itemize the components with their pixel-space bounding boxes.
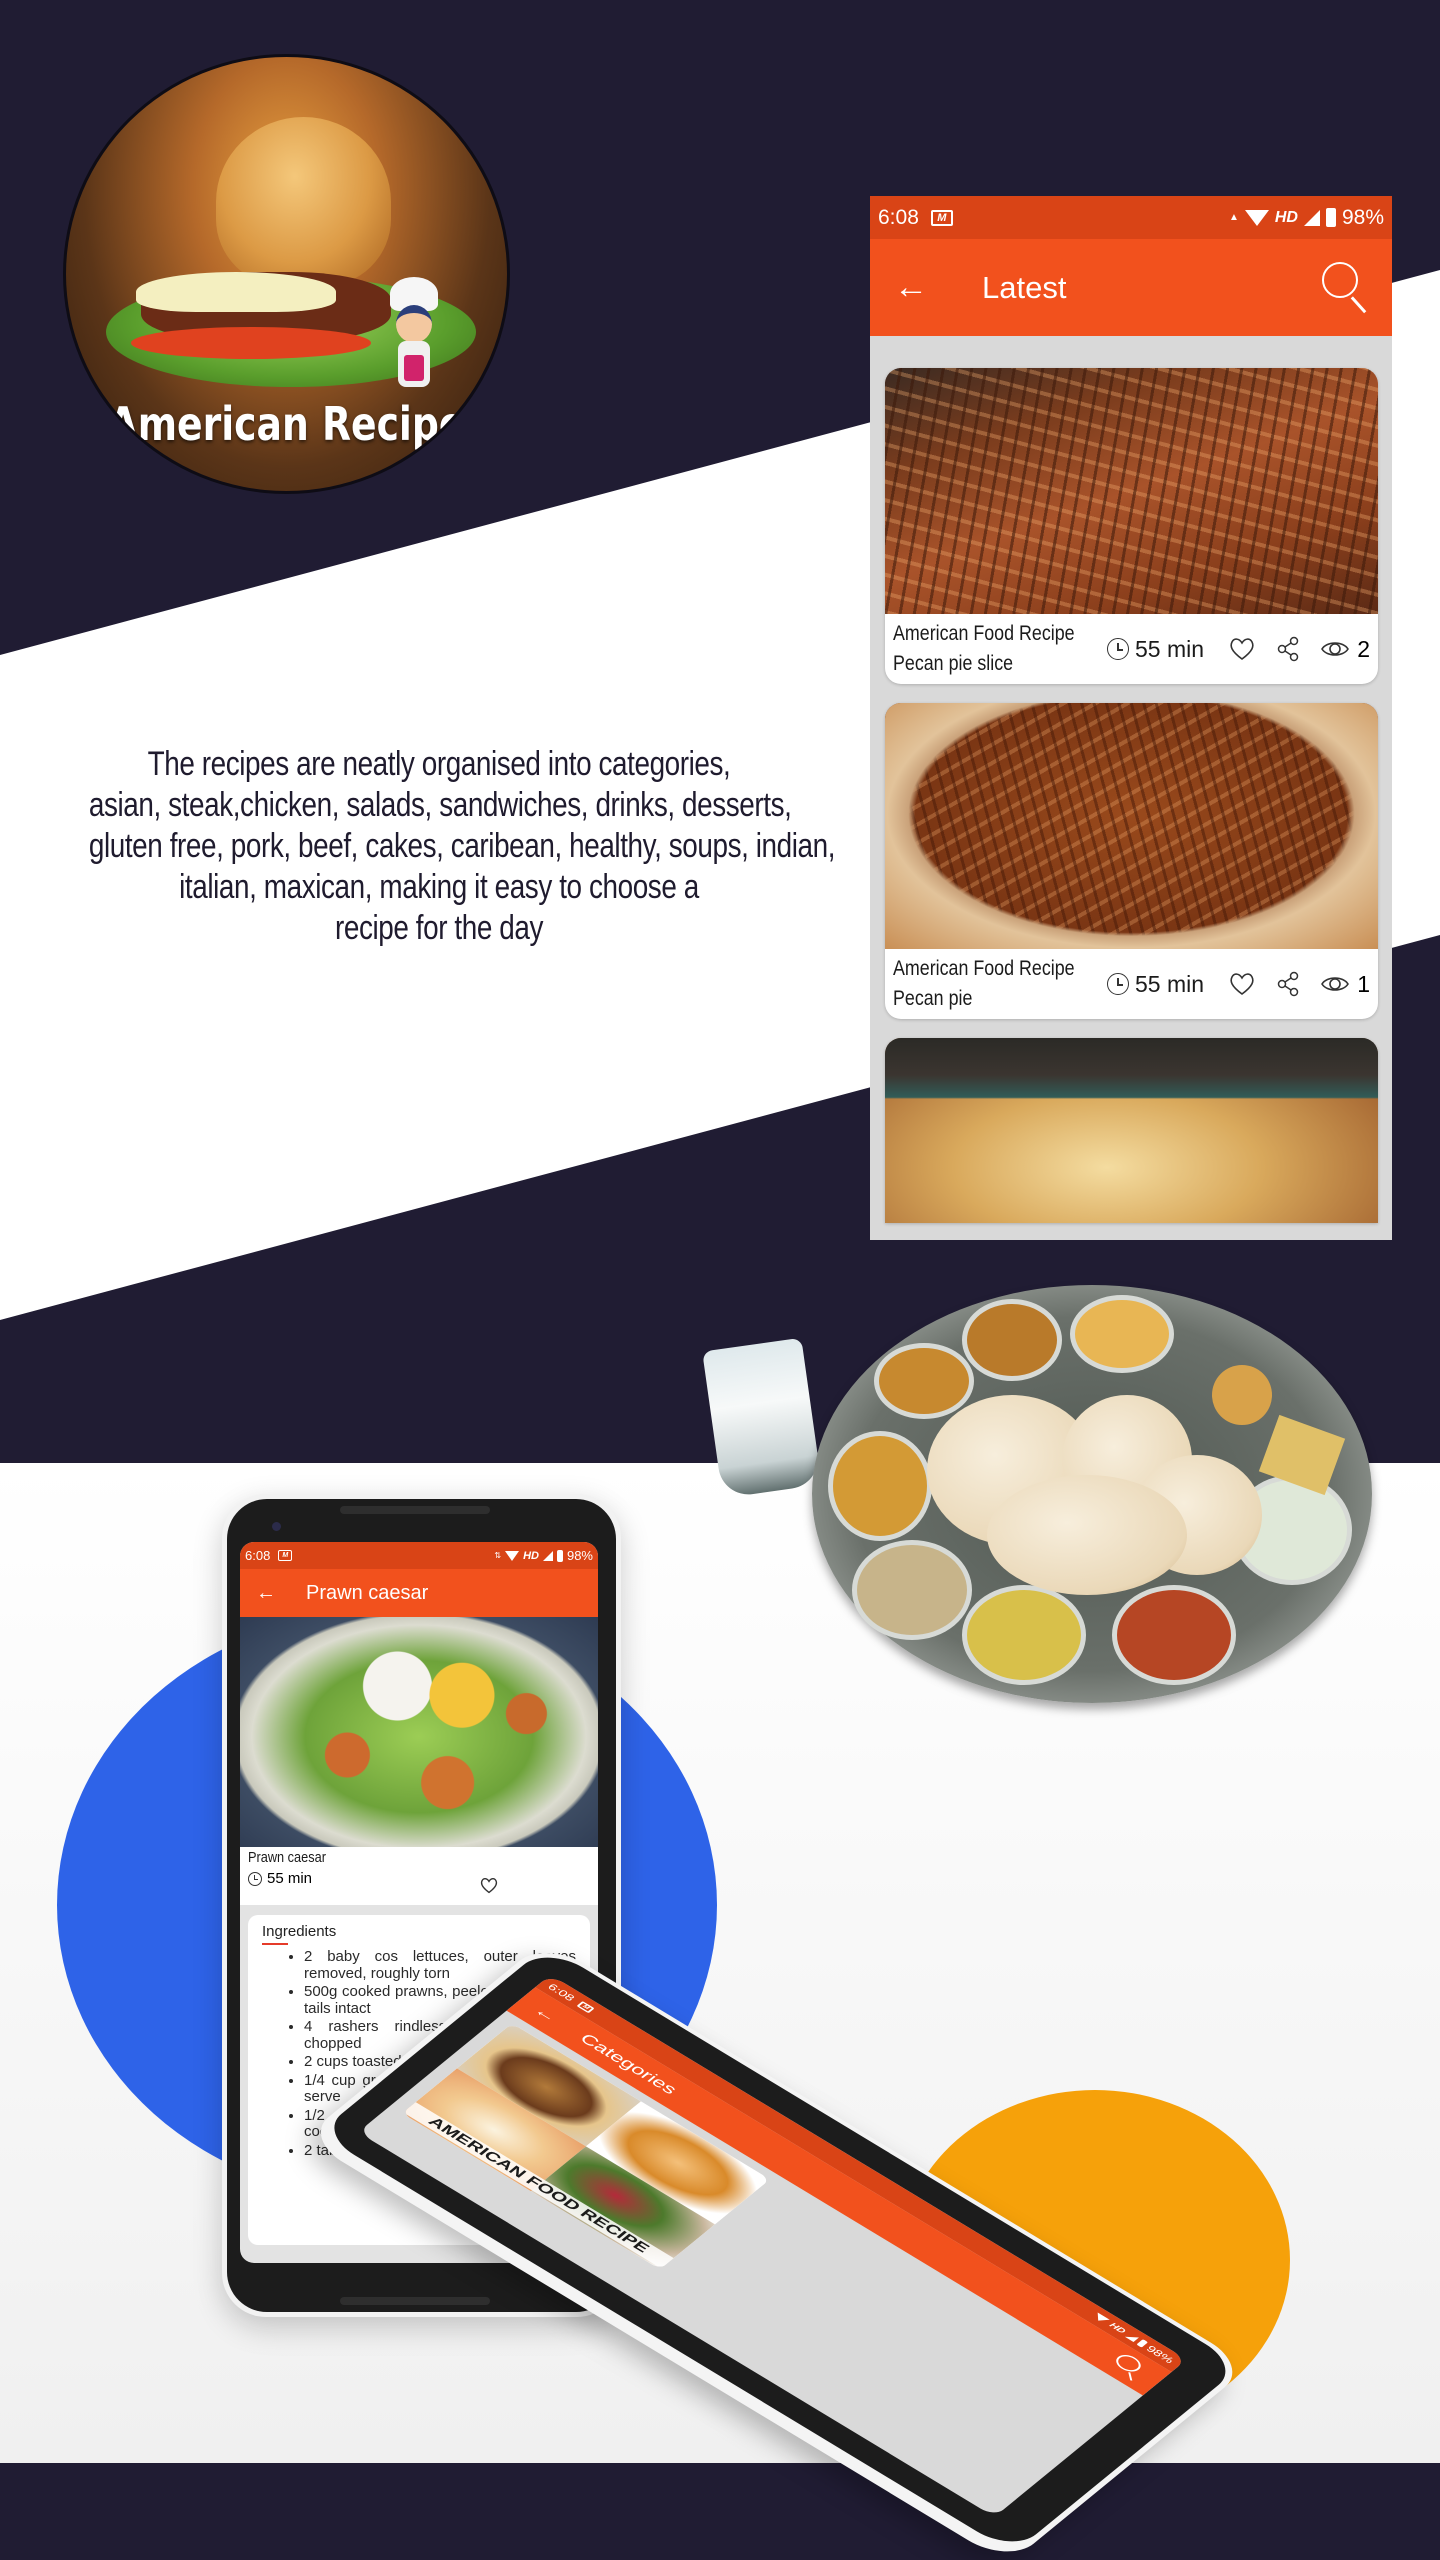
bowl	[962, 1299, 1062, 1381]
description-line: italian, maxican, making it easy to choo…	[179, 868, 699, 906]
recipe-card[interactable]: American Food Recipe Pecan pie 55 min 1	[885, 703, 1378, 1019]
screen-title: Latest	[982, 269, 1067, 305]
network-type: HD	[1274, 208, 1298, 226]
battery-percent: 98%	[566, 1548, 593, 1563]
thali-plate-image	[812, 1285, 1372, 1703]
wifi-icon	[1244, 209, 1269, 226]
status-time: 6:08	[245, 1548, 271, 1563]
battery-icon	[1325, 208, 1336, 227]
battery-percent: 98%	[1341, 205, 1384, 229]
recipe-card[interactable]	[885, 1038, 1378, 1223]
network-type: HD	[1107, 2321, 1128, 2336]
wifi-icon	[505, 1550, 520, 1561]
search-icon[interactable]	[1322, 261, 1368, 314]
recipe-image	[885, 703, 1378, 949]
logo-tomato	[131, 327, 371, 359]
logo-bun	[216, 117, 391, 287]
logo-cheese	[136, 272, 336, 312]
eye-icon	[1321, 977, 1350, 991]
recipe-time: 55 min	[248, 1870, 590, 1887]
bowl	[828, 1431, 932, 1541]
feature-description: The recipes are neatly organised into ca…	[12, 744, 866, 949]
latest-screen: 6:08 M ▲ HD 98% ← Latest American Food R…	[870, 196, 1392, 1240]
speaker-grille	[340, 2297, 490, 2305]
battery-icon	[1136, 2339, 1149, 2348]
recipe-title: American Food Recipe Pecan pie	[893, 957, 1075, 1010]
clock-icon	[1107, 973, 1129, 995]
arrow-left-icon[interactable]: ←	[894, 268, 944, 307]
recipe-summary: Prawn caesar 55 min	[240, 1847, 598, 1905]
arrow-left-icon[interactable]: ←	[256, 1582, 286, 1605]
recipe-time: 55 min	[1107, 636, 1204, 663]
lassi-glass-image	[702, 1337, 822, 1499]
description-line: The recipes are neatly organised into ca…	[147, 745, 731, 783]
signal-icon	[1303, 209, 1320, 226]
recipe-image	[885, 1038, 1378, 1223]
status-time: 6:08	[878, 205, 919, 229]
share-icon[interactable]	[1277, 971, 1299, 997]
bowl	[874, 1343, 974, 1419]
signal-icon	[1124, 2332, 1139, 2342]
clock-icon	[1107, 638, 1129, 660]
bowl	[852, 1540, 972, 1640]
roti	[987, 1475, 1187, 1595]
app-notification-icon: M	[576, 2000, 596, 2014]
eye-icon	[1321, 642, 1350, 656]
ingredients-heading: Ingredients	[262, 1923, 337, 1940]
app-bar: ← Prawn caesar	[240, 1569, 598, 1617]
screen-title: Prawn caesar	[306, 1581, 429, 1604]
signal-icon	[542, 1550, 553, 1561]
data-arrows-icon: ⇅	[494, 1551, 502, 1560]
footer-band	[0, 2463, 1440, 2560]
bowl	[962, 1585, 1086, 1685]
clock-icon	[248, 1871, 262, 1886]
network-type: HD	[523, 1549, 539, 1562]
recipe-time: 55 min	[1107, 971, 1204, 998]
recipe-image	[240, 1617, 598, 1847]
description-line: asian, steak,chicken, salads, sandwiches…	[88, 786, 792, 824]
heart-icon[interactable]	[1229, 637, 1255, 661]
heart-icon[interactable]	[480, 1877, 498, 1894]
app-notification-icon: M	[278, 1550, 293, 1561]
recipe-name: Prawn caesar	[248, 1849, 326, 1866]
front-camera	[272, 1522, 281, 1531]
arrow-left-icon[interactable]: ←	[529, 2002, 569, 2029]
recipe-title: American Food Recipe Pecan pie slice	[893, 622, 1075, 675]
chef-mascot-icon	[386, 277, 442, 407]
recipe-image	[885, 368, 1378, 614]
search-icon[interactable]	[1107, 2351, 1150, 2382]
status-bar: 6:08 M ▲ HD 98%	[870, 196, 1392, 239]
samosa	[1212, 1365, 1272, 1425]
app-bar: ← Latest	[870, 239, 1392, 336]
app-notification-icon: M	[930, 209, 953, 226]
view-count: 2	[1321, 636, 1370, 663]
share-icon[interactable]	[1277, 636, 1299, 662]
speaker-grille	[340, 1506, 490, 1514]
description-line: gluten free, pork, beef, cakes, caribean…	[88, 827, 836, 865]
heading-underline	[262, 1943, 288, 1945]
data-arrows-icon: ▲	[1228, 212, 1239, 223]
view-count: 1	[1321, 971, 1370, 998]
status-bar: 6:08 M ⇅ HD 98%	[240, 1542, 598, 1569]
app-logo: American Recipe	[63, 54, 510, 494]
logo-title: American Recipe	[108, 397, 465, 451]
recipe-card[interactable]: American Food Recipe Pecan pie slice 55 …	[885, 368, 1378, 684]
description-line: recipe for the day	[334, 909, 544, 947]
heart-icon[interactable]	[1229, 972, 1255, 996]
wifi-icon	[1092, 2312, 1110, 2325]
battery-icon	[556, 1549, 563, 1562]
bowl	[1070, 1295, 1174, 1373]
bowl	[1112, 1585, 1236, 1685]
